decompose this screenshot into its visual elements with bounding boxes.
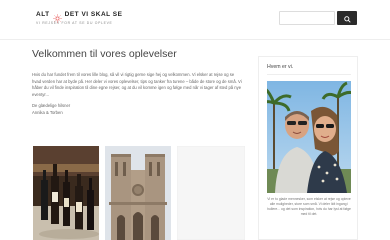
search-form bbox=[279, 11, 357, 25]
sidebar-caption: Vi er to glade mennesker, som elsker at … bbox=[267, 197, 351, 216]
couple-photo bbox=[267, 81, 351, 193]
page-title: Velkommen til vores oplevelser bbox=[32, 48, 177, 60]
signoff-names: Annika & Torben bbox=[32, 109, 63, 115]
sidebar-about: Hvem er vi. Vi er to glade mennesker, so… bbox=[258, 56, 358, 240]
logo-tagline: VI REJSER FOR AT SE DU OPLEVE bbox=[36, 21, 113, 25]
search-icon bbox=[343, 11, 351, 26]
sidebar-divider bbox=[267, 74, 351, 75]
photo-gallery bbox=[33, 146, 245, 240]
logo-row: ALT DET VI SKAL SE bbox=[36, 10, 136, 23]
logo-right-text: DET VI SKAL SE bbox=[64, 11, 123, 18]
logo-left-text: ALT bbox=[36, 11, 50, 18]
site-logo[interactable]: ALT DET VI SKAL SE VI REJSER FOR AT SE D… bbox=[36, 10, 136, 32]
main-content: Velkommen til vores oplevelser Hvis du h… bbox=[32, 48, 250, 116]
intro-text: Hvis du har fundet frem til vores lille … bbox=[32, 72, 242, 97]
notre-dame-photo[interactable] bbox=[105, 146, 171, 240]
search-button[interactable] bbox=[337, 11, 357, 25]
signoff: De glædelige hilsner Annika & Torben bbox=[32, 103, 250, 116]
gallery-photo-3[interactable] bbox=[177, 146, 245, 240]
wine-bottles-photo[interactable] bbox=[33, 146, 99, 240]
sun-icon bbox=[52, 10, 62, 23]
search-input[interactable] bbox=[279, 11, 335, 25]
site-header: ALT DET VI SKAL SE VI REJSER FOR AT SE D… bbox=[0, 0, 390, 40]
sidebar-title: Hvem er vi. bbox=[267, 64, 294, 70]
